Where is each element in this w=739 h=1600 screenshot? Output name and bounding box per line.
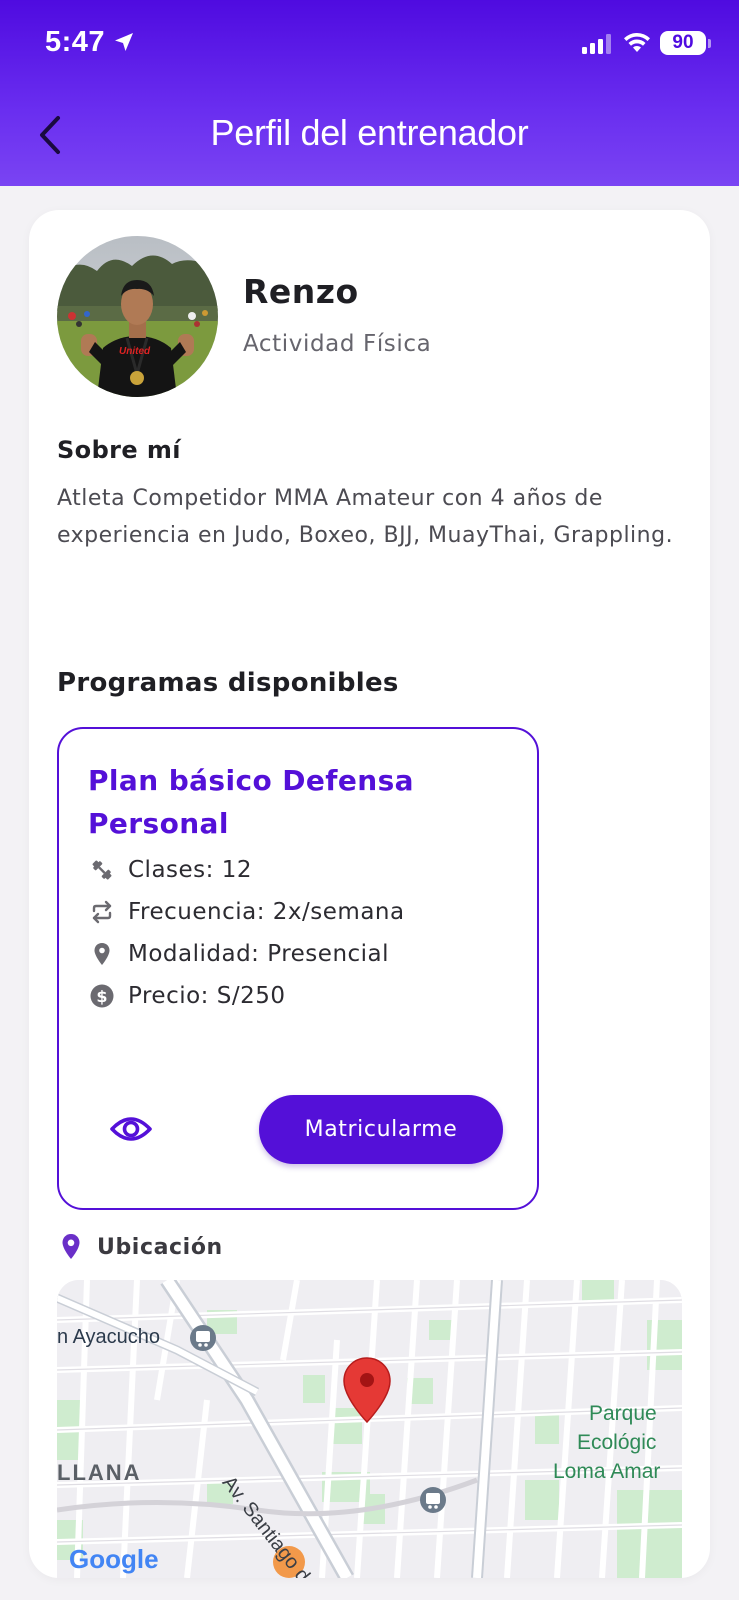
about-text: Atleta Competidor MMA Amateur con 4 años… <box>57 486 674 548</box>
battery-indicator: 90 <box>660 31 706 55</box>
trainer-avatar: United <box>57 236 218 397</box>
map-label-station: n Ayacucho <box>57 1326 161 1348</box>
location-map[interactable]: n Ayacucho Av. Santiago de LLANA Parque … <box>57 1280 682 1578</box>
trainer-name: Renzo <box>243 272 359 311</box>
battery-tip <box>708 39 711 48</box>
svg-text:United: United <box>119 346 151 357</box>
program-frequency-text: Frecuencia: 2x/semana <box>128 899 405 925</box>
trainer-category: Actividad Física <box>243 331 432 357</box>
svg-text:$: $ <box>96 987 107 1006</box>
trainer-profile-card: United Renzo Actividad Física Sobre mí A… <box>29 210 710 1578</box>
cellular-signal-icon <box>582 34 611 54</box>
program-price: $ Precio: S/250 <box>88 979 285 1013</box>
location-arrow-icon <box>115 33 133 51</box>
program-modality: Modalidad: Presencial <box>88 937 389 971</box>
program-frequency: Frecuencia: 2x/semana <box>88 895 405 929</box>
eye-icon <box>110 1117 152 1141</box>
location-title: Ubicación <box>97 1234 223 1260</box>
map-label-district: LLANA <box>57 1460 142 1485</box>
program-price-text: Precio: S/250 <box>128 983 286 1009</box>
programs-title: Programas disponibles <box>57 668 399 698</box>
google-logo: Google <box>69 1544 159 1574</box>
map-label-park-3: Loma Amar <box>553 1460 661 1483</box>
app-header: 5:47 90 Perfil del entrenador <box>0 0 739 186</box>
program-classes: Clases: 12 <box>88 853 252 887</box>
place-icon <box>88 940 116 968</box>
price-icon: $ <box>88 982 116 1010</box>
program-name: Plan básico Defensa Personal <box>88 764 414 840</box>
program-classes-text: Clases: 12 <box>128 857 252 883</box>
enroll-button[interactable]: Matricularme <box>259 1095 503 1164</box>
program-card[interactable]: Plan básico Defensa Personal Clases: 12 <box>57 727 539 1210</box>
map-label-park-1: Parque <box>589 1402 657 1425</box>
map-label-park-2: Ecológic <box>577 1431 657 1454</box>
about-title: Sobre mí <box>57 436 181 464</box>
location-header: Ubicación <box>59 1230 223 1264</box>
view-program-button[interactable] <box>107 1105 155 1153</box>
repeat-icon <box>88 898 116 926</box>
program-modality-text: Modalidad: Presencial <box>128 941 390 967</box>
status-time: 5:47 <box>45 26 106 58</box>
dumbbell-icon <box>88 856 116 884</box>
page-title: Perfil del entrenador <box>210 112 529 153</box>
location-pin-icon <box>62 1234 80 1259</box>
status-bar: 5:47 90 <box>0 0 739 90</box>
wifi-icon <box>624 32 650 52</box>
